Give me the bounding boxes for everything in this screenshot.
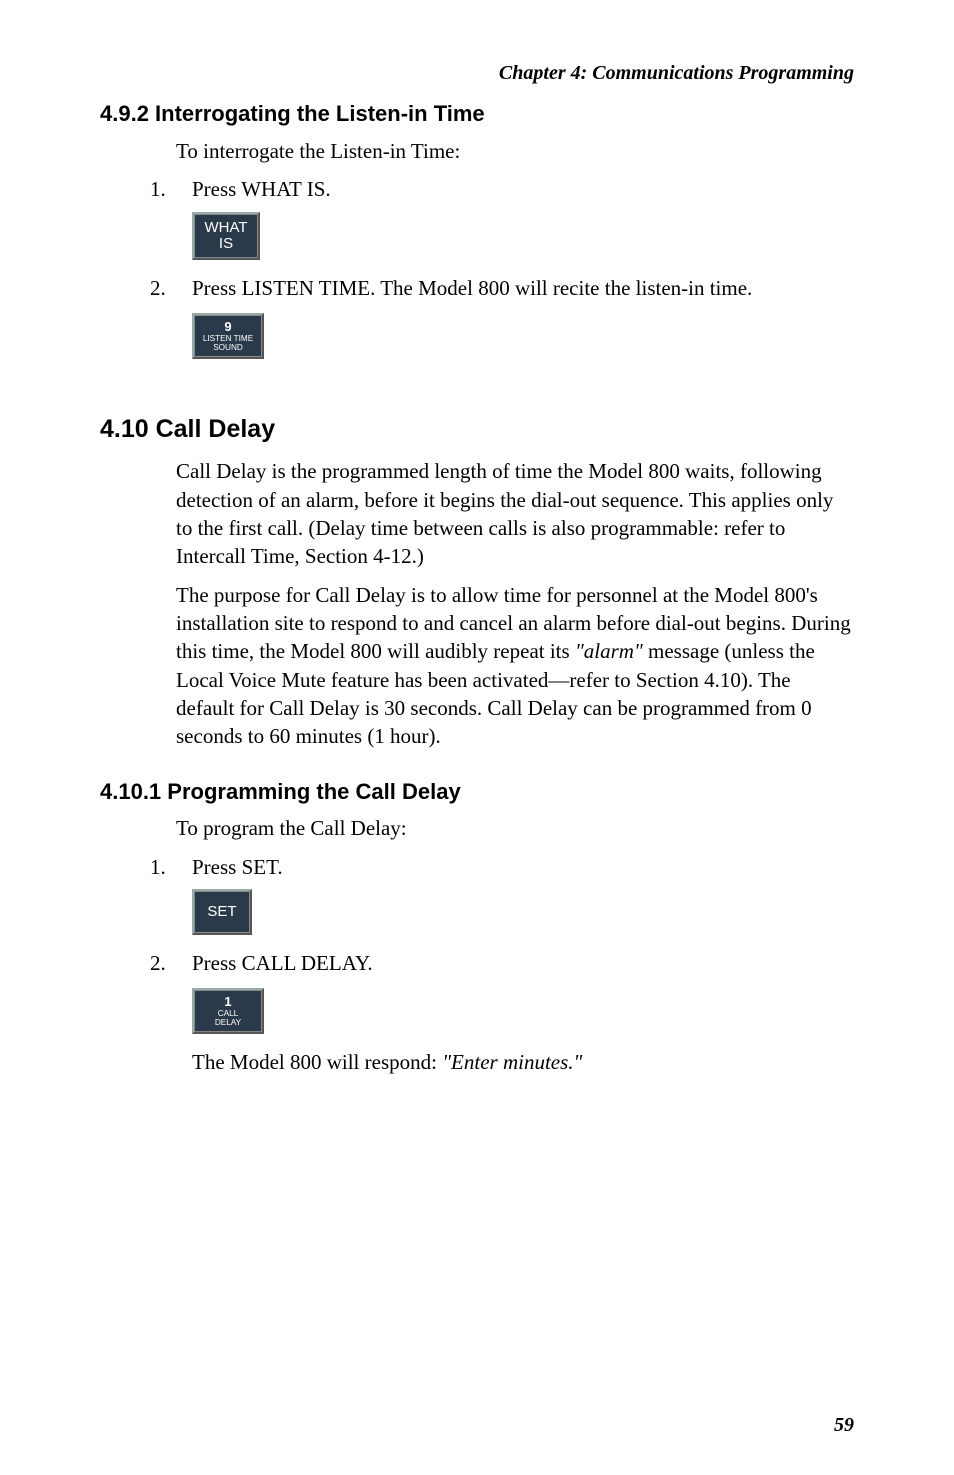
response-line: The Model 800 will respond: "Enter minut…	[192, 1048, 854, 1076]
intro-4-9-2: To interrogate the Listen-in Time:	[176, 137, 854, 165]
button-sub1: LISTEN TIME	[203, 334, 253, 343]
step-2-row-b: 2. Press CALL DELAY.	[150, 949, 854, 977]
resp-a: The Model 800 will respond:	[192, 1050, 442, 1074]
step-number: 2.	[150, 949, 192, 977]
step-text: Press CALL DELAY.	[192, 949, 854, 977]
step-number: 2.	[150, 274, 192, 302]
button-label: SET	[207, 904, 236, 920]
step-number: 1.	[150, 175, 192, 203]
p2-em: "alarm"	[575, 639, 643, 663]
button-number: 1	[224, 995, 231, 1008]
step-text: Press SET.	[192, 853, 854, 881]
button-line1: WHAT	[204, 220, 247, 236]
step-2-row: 2. Press LISTEN TIME. The Model 800 will…	[150, 274, 854, 302]
set-button: SET	[192, 889, 252, 935]
intro-4-10-1: To program the Call Delay:	[176, 814, 854, 842]
button-sub1: CALL	[218, 1009, 238, 1018]
paragraph-4-10-2: The purpose for Call Delay is to allow t…	[176, 581, 854, 751]
what-is-button: WHAT IS	[192, 211, 260, 260]
step-text: Press LISTEN TIME. The Model 800 will re…	[192, 274, 854, 302]
heading-4-10: 4.10 Call Delay	[100, 413, 854, 447]
step-text: Press WHAT IS.	[192, 175, 854, 203]
listen-time-button: 9 LISTEN TIME SOUND	[192, 310, 264, 359]
button-sub2: DELAY	[215, 1018, 241, 1027]
button-number: 9	[224, 320, 231, 333]
call-delay-button: 1 CALL DELAY	[192, 985, 264, 1034]
paragraph-4-10-1: Call Delay is the programmed length of t…	[176, 457, 854, 570]
chapter-header: Chapter 4: Communications Programming	[100, 60, 854, 87]
step-1-row-b: 1. Press SET.	[150, 853, 854, 881]
button-sub2: SOUND	[213, 343, 243, 352]
button-line2: IS	[219, 236, 233, 252]
heading-4-10-1: 4.10.1 Programming the Call Delay	[100, 777, 854, 807]
heading-4-9-2: 4.9.2 Interrogating the Listen-in Time	[100, 99, 854, 129]
step-number: 1.	[150, 853, 192, 881]
page-number: 59	[834, 1412, 854, 1439]
step-1-row: 1. Press WHAT IS.	[150, 175, 854, 203]
resp-em: "Enter minutes."	[442, 1050, 582, 1074]
